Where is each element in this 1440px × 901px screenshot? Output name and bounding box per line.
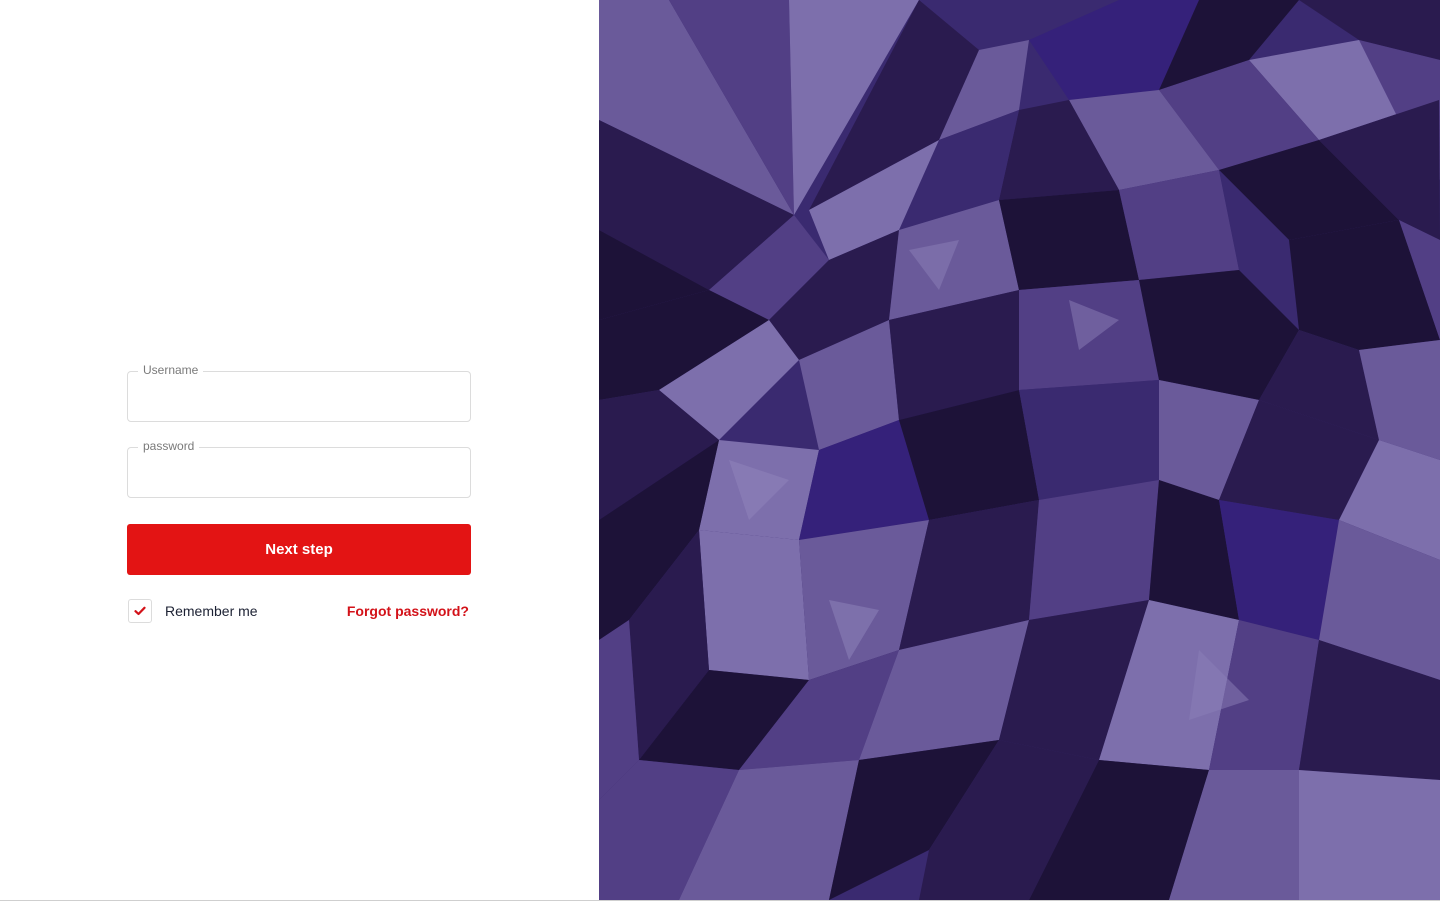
remember-me-checkbox[interactable] [128,599,152,623]
login-page: Username password Next step Remember me [0,0,1440,901]
remember-me-label: Remember me [165,603,258,619]
low-poly-tiger-art [599,0,1440,900]
username-input[interactable] [128,372,470,421]
forgot-password-link[interactable]: Forgot password? [347,603,469,619]
remember-me-toggle[interactable]: Remember me [127,599,258,623]
next-step-button[interactable]: Next step [127,524,471,575]
username-field: Username [127,362,471,422]
checkmark-icon [134,606,146,616]
login-form: Username password Next step Remember me [127,362,471,624]
form-options-row: Remember me Forgot password? [127,598,471,624]
decorative-artwork [599,0,1440,900]
password-field: password [127,438,471,498]
password-input[interactable] [128,448,470,497]
login-panel: Username password Next step Remember me [0,0,599,900]
